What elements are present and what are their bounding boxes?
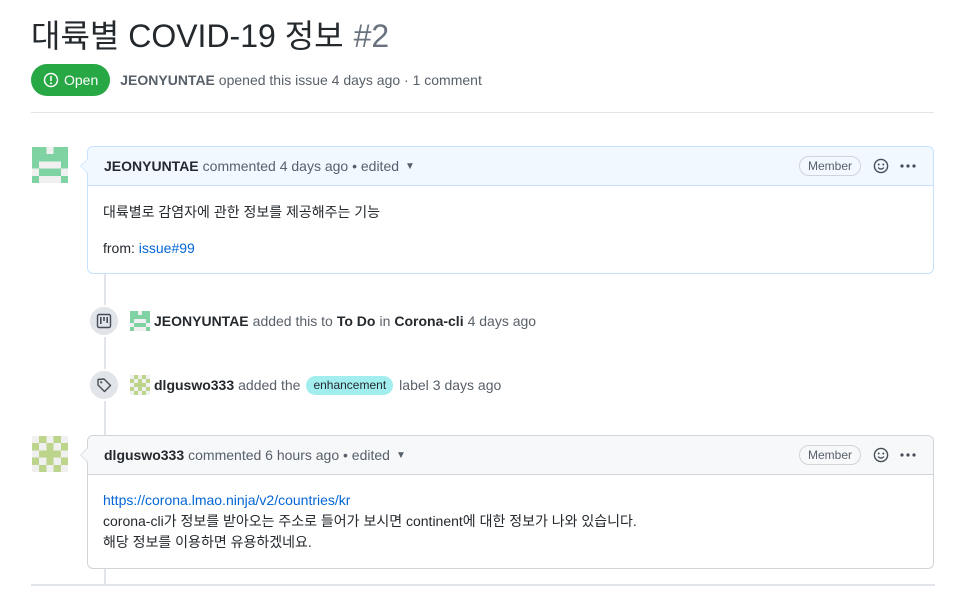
from-label: from: [103, 240, 135, 256]
api-url-link[interactable]: https://corona.lmao.ninja/v2/countries/k… [103, 492, 350, 508]
header-divider [31, 112, 934, 113]
issue-title: 대륙별 COVID-19 정보 [31, 18, 344, 54]
kebab-horizontal-icon [900, 164, 916, 168]
comment-header: dlguswo333 commented 6 hours ago • edite… [88, 436, 933, 475]
project-icon [96, 313, 112, 329]
smiley-icon [873, 158, 889, 174]
issue-author-link[interactable]: JEONYUNTAE [120, 72, 215, 88]
comment-options-button[interactable] [899, 447, 917, 463]
add-reaction-button[interactable] [873, 447, 889, 463]
comment-text: 대륙별로 감염자에 관한 정보를 제공해주는 기능 [103, 204, 381, 220]
avatar[interactable] [130, 311, 150, 331]
member-badge: Member [798, 156, 861, 176]
issue-number: #2 [353, 18, 390, 54]
issue-reference-link[interactable]: issue#99 [139, 240, 195, 256]
comment-box: JEONYUNTAE commented 4 days ago • edited… [80, 146, 934, 275]
event-time[interactable]: 3 days ago [433, 377, 502, 393]
comment-options-button[interactable] [899, 158, 917, 174]
project-icon-badge [88, 305, 120, 337]
chevron-down-icon[interactable]: ▼ [405, 161, 415, 172]
member-badge: Member [798, 445, 861, 465]
project-link[interactable]: Corona-cli [394, 313, 463, 329]
comment-box: dlguswo333 commented 6 hours ago • edite… [80, 435, 934, 569]
event-actor-link[interactable]: JEONYUNTAE [154, 313, 249, 329]
avatar[interactable] [130, 375, 150, 395]
event-text: in [379, 313, 391, 329]
timeline-event: JEONYUNTAE added this to To Do in Corona… [88, 305, 540, 337]
tag-icon [97, 378, 112, 393]
add-reaction-button[interactable] [873, 158, 889, 174]
event-actor-link[interactable]: dlguswo333 [154, 377, 234, 393]
event-time[interactable]: 4 days ago [468, 313, 537, 329]
event-text: added the [238, 377, 301, 393]
kebab-horizontal-icon [900, 453, 916, 457]
comment-text: from: issue#99 [103, 238, 918, 259]
timeline-event: dlguswo333 added the enhancement label 3… [88, 369, 505, 401]
comment-header: JEONYUNTAE commented 4 days ago • edited… [88, 147, 933, 186]
issue-title-row: 대륙별 COVID-19 정보 #2 [31, 16, 389, 56]
comment-text: corona-cli가 정보를 받아오는 주소로 들어가 보시면 contine… [103, 513, 637, 529]
comment-text: 해당 정보를 이용하면 유용하겠네요. [103, 534, 312, 550]
comment-meta[interactable]: commented 4 days ago • edited [203, 158, 399, 174]
state-badge: Open [31, 64, 111, 96]
event-text: added this to [252, 313, 333, 329]
smiley-icon [873, 447, 889, 463]
issue-meta: Open JEONYUNTAE opened this issue 4 days… [31, 64, 482, 96]
project-column-link[interactable]: To Do [337, 313, 376, 329]
chevron-down-icon[interactable]: ▼ [396, 450, 406, 461]
issue-opened-info: JEONYUNTAE opened this issue 4 days ago … [120, 72, 482, 88]
issue-opened-icon [43, 72, 59, 88]
issue-opened-text: opened this issue 4 days ago · 1 comment [218, 72, 482, 88]
tag-icon-badge [88, 369, 120, 401]
avatar[interactable] [32, 436, 68, 472]
comment-body: 대륙별로 감염자에 관한 정보를 제공해주는 기능 from: issue#99 [88, 186, 933, 275]
comment-author-link[interactable]: JEONYUNTAE [104, 158, 199, 174]
label-enhancement[interactable]: enhancement [306, 375, 394, 395]
avatar[interactable] [32, 147, 68, 183]
comment-body: https://corona.lmao.ninja/v2/countries/k… [88, 475, 933, 569]
comment-meta[interactable]: commented 6 hours ago • edited [188, 447, 390, 463]
state-label: Open [64, 72, 99, 88]
timeline-end-divider [31, 584, 935, 586]
comment-author-link[interactable]: dlguswo333 [104, 447, 184, 463]
event-text: label [399, 377, 429, 393]
